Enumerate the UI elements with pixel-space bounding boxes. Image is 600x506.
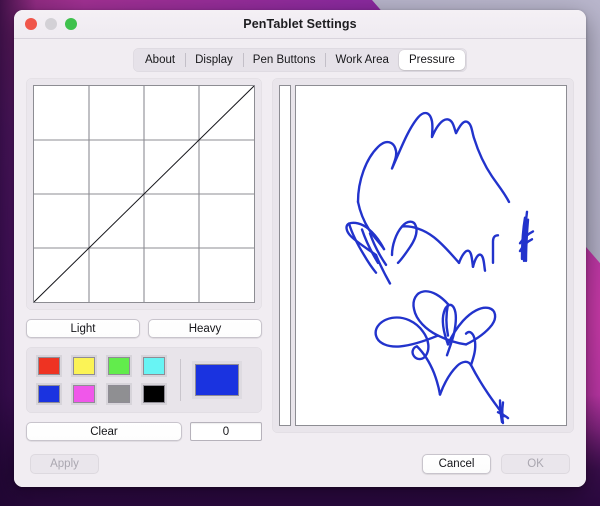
minimize-button[interactable] <box>45 18 57 30</box>
ok-button[interactable]: OK <box>501 454 570 474</box>
window-body: About Display Pen Buttons Work Area Pres… <box>14 39 586 487</box>
clear-button[interactable]: Clear <box>26 422 182 441</box>
color-palette-group <box>26 347 262 413</box>
swatch-cyan[interactable] <box>141 355 167 377</box>
pressure-value-field[interactable]: 0 <box>190 422 262 441</box>
pressure-curve-group <box>26 78 262 310</box>
swatch-green[interactable] <box>106 355 132 377</box>
left-column: Light Heavy Clear 0 <box>26 78 262 441</box>
swatch-yellow[interactable] <box>71 355 97 377</box>
swatch-blue[interactable] <box>36 383 62 405</box>
window-footer: Apply Cancel OK <box>14 441 586 487</box>
pressure-curve-svg <box>34 86 254 302</box>
tab-pressure[interactable]: Pressure <box>398 50 465 70</box>
tab-pen-buttons[interactable]: Pen Buttons <box>242 50 326 70</box>
window-titlebar: PenTablet Settings <box>14 10 586 39</box>
swatch-red[interactable] <box>36 355 62 377</box>
main-content: Light Heavy Clear 0 <box>14 78 586 441</box>
clear-row: Clear 0 <box>26 422 262 441</box>
light-button[interactable]: Light <box>26 319 140 338</box>
window-traffic-lights <box>25 18 77 30</box>
desktop-background: PenTablet Settings About Display Pen But… <box>0 0 600 506</box>
tab-about[interactable]: About <box>135 50 185 70</box>
drawing-canvas[interactable] <box>295 85 567 426</box>
window-title: PenTablet Settings <box>243 17 357 31</box>
zoom-button[interactable] <box>65 18 77 30</box>
cancel-button[interactable]: Cancel <box>422 454 491 474</box>
close-button[interactable] <box>25 18 37 30</box>
palette-divider <box>180 359 181 401</box>
apply-button[interactable]: Apply <box>30 454 99 474</box>
right-column <box>272 78 574 441</box>
heavy-button[interactable]: Heavy <box>148 319 262 338</box>
swatch-magenta[interactable] <box>71 383 97 405</box>
color-swatch-grid <box>36 355 167 405</box>
tabbar: About Display Pen Buttons Work Area Pres… <box>133 48 467 72</box>
tab-work-area[interactable]: Work Area <box>325 50 398 70</box>
swatch-black[interactable] <box>141 383 167 405</box>
current-color-preview <box>192 361 242 399</box>
curve-preset-row: Light Heavy <box>26 319 262 338</box>
swatch-gray[interactable] <box>106 383 132 405</box>
tabbar-wrapper: About Display Pen Buttons Work Area Pres… <box>14 39 586 78</box>
pressure-gauge <box>279 85 291 426</box>
tab-display[interactable]: Display <box>185 50 243 70</box>
drawing-canvas-ink <box>345 111 535 425</box>
pressure-curve-graph[interactable] <box>33 85 255 303</box>
pentablet-settings-window: PenTablet Settings About Display Pen But… <box>14 10 586 487</box>
drawing-area-group <box>272 78 574 433</box>
